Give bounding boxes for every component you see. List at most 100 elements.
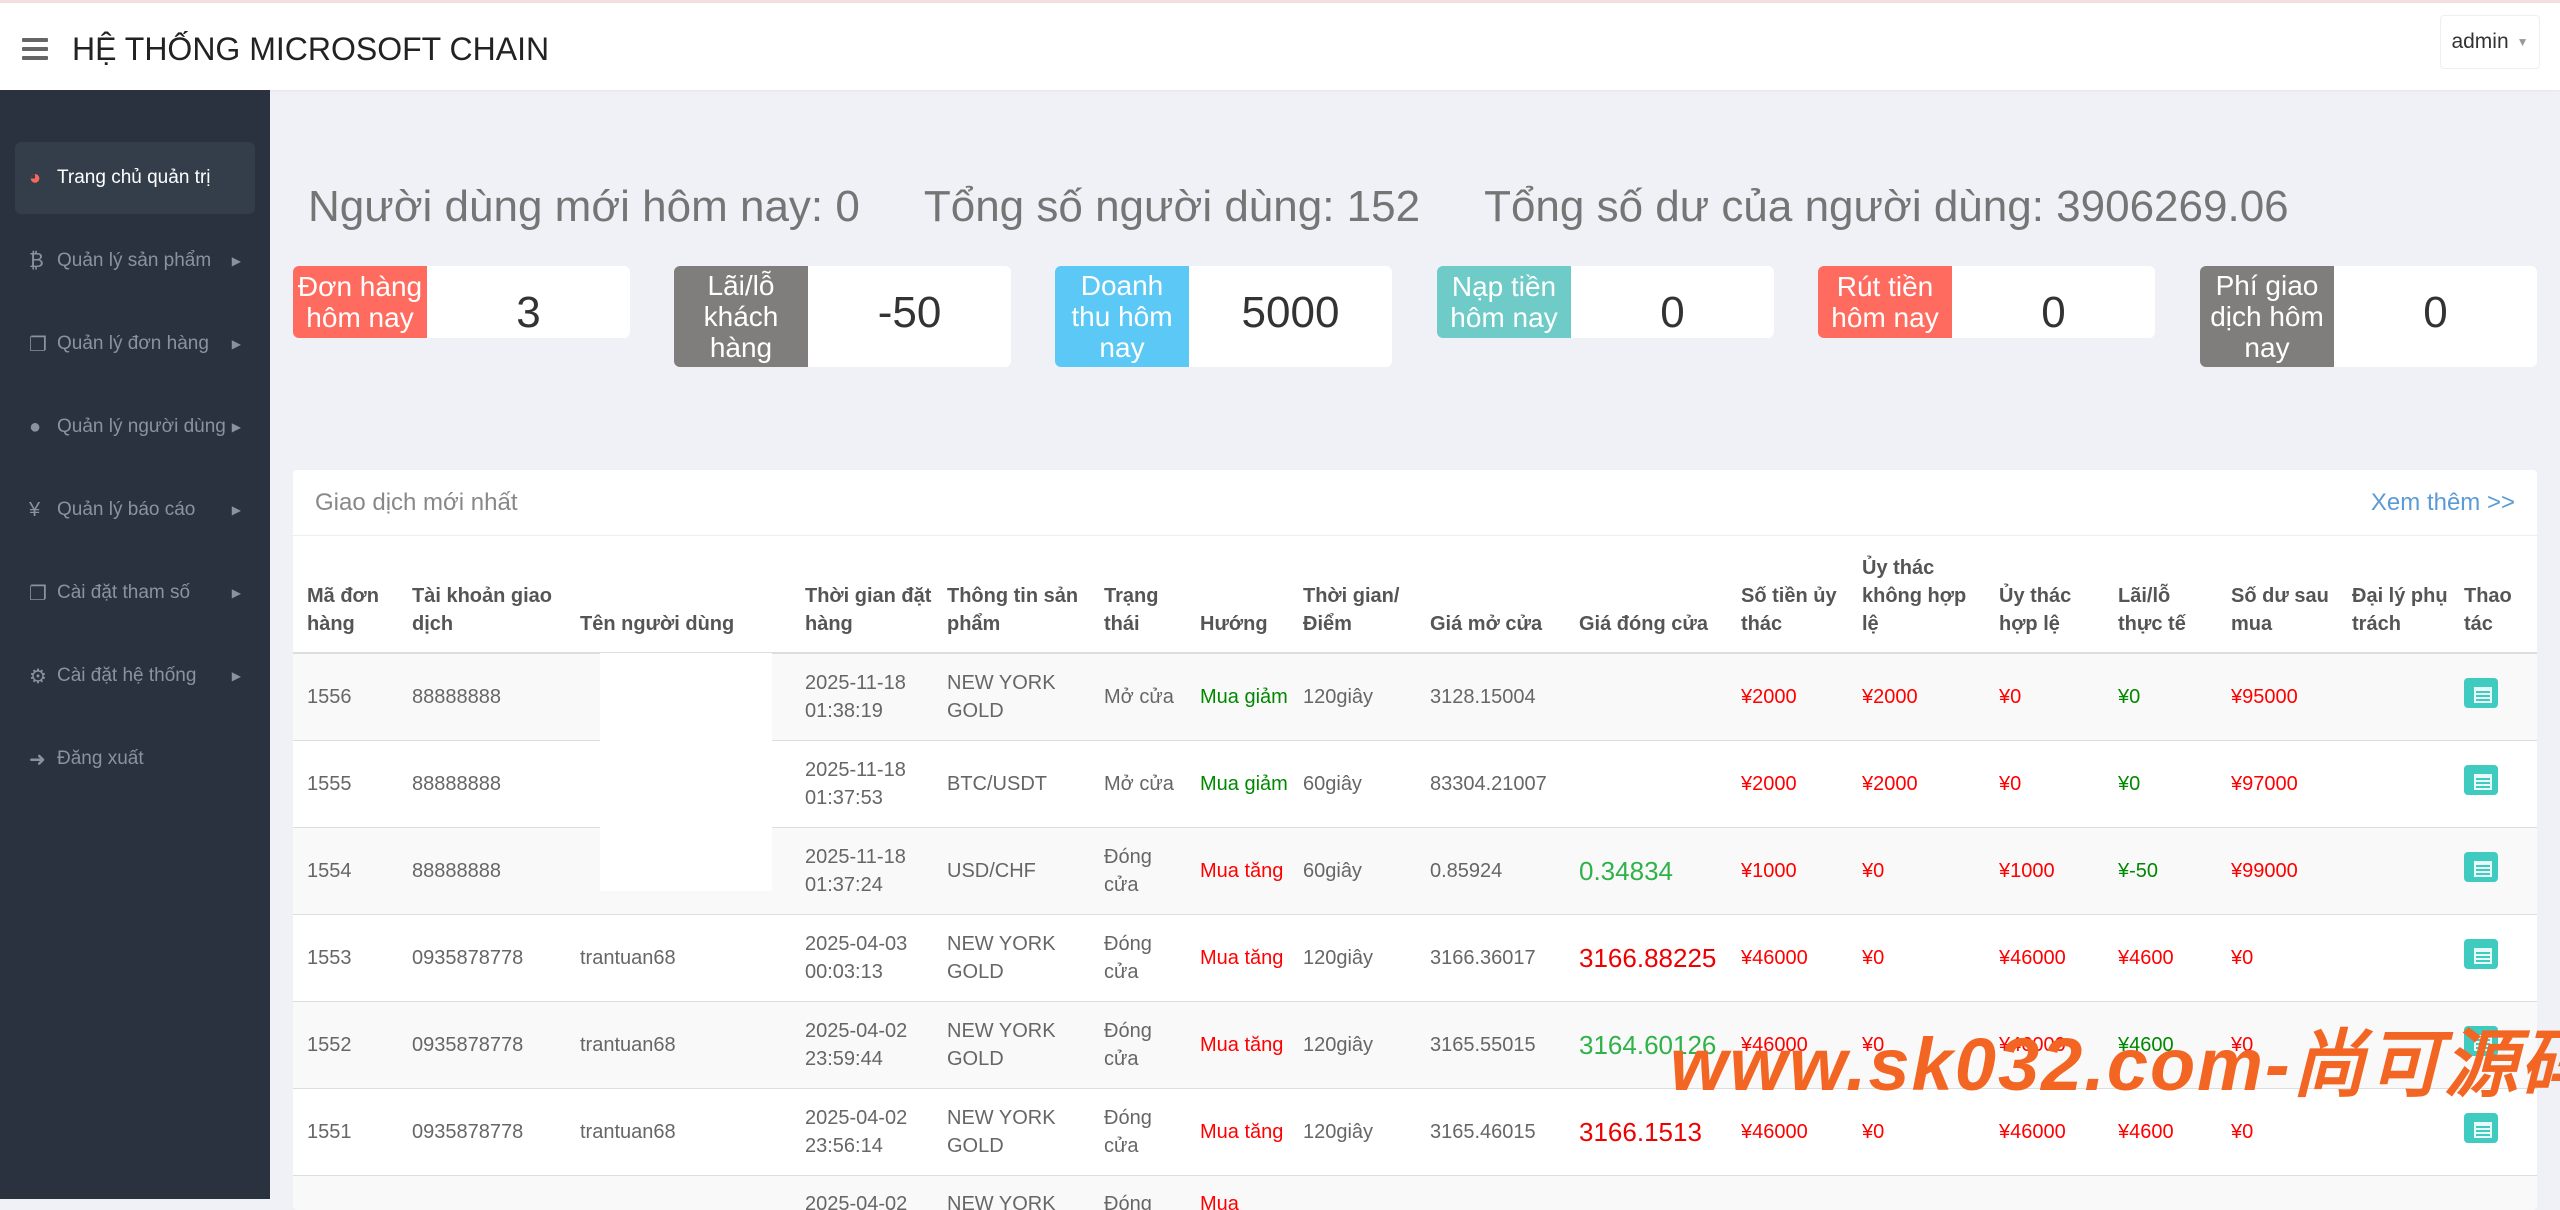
column-header: Tên người dùng [566,536,791,653]
view-detail-button[interactable] [2464,852,2498,882]
column-header: Thời gian đặt hàng [791,536,933,653]
sidebar-item[interactable]: ❐Cài đặt tham số▶ [15,557,255,629]
cell-direction: Mua giảm [1186,740,1289,827]
stat-card-value: 0 [1571,266,1774,338]
cell-action [2450,914,2537,1001]
cell-status: Đóng cửa [1090,1088,1186,1175]
cell-status: Mở cửa [1090,653,1186,740]
cell-account: 88888888 [398,827,566,914]
cell-account: 0935878778 [398,1088,566,1175]
sidebar-item[interactable]: ❐Quản lý đơn hàng▶ [15,308,255,380]
sidebar-item-label: Đăng xuất [57,748,144,770]
cell-product: NEW YORK GOLD [933,1088,1090,1175]
cell-period: 60giây [1289,740,1416,827]
column-header: Mã đơn hàng [293,536,398,653]
cell-id: 1554 [293,827,398,914]
cell-agent [2338,653,2450,740]
cell-user: trantuan68 [566,914,791,1001]
sidebar-item-label: Cài đặt hệ thống [57,665,196,687]
cell-period: 120giây [1289,653,1416,740]
cell-invalid: ¥0 [1848,827,1985,914]
cell-invalid: ¥2000 [1848,653,1985,740]
caret-right-icon: ▶ [232,420,241,434]
cell-agent [2338,740,2450,827]
cell-empty [293,1175,398,1210]
sidebar-item-label: Quản lý người dùng [57,416,226,438]
cell-empty [1848,1175,1985,1210]
sidebar-item[interactable]: ¥Quản lý báo cáo▶ [15,474,255,546]
gears-icon: ⚙ [15,664,57,689]
cell-empty [398,1175,566,1210]
sidebar-item-label: Quản lý báo cáo [57,499,195,521]
sidebar-item[interactable]: ₿Quản lý sản phẩm▶ [15,225,255,297]
stat-card-label: Doanh thu hôm nay [1055,266,1189,367]
stat-card-label: Nạp tiền hôm nay [1437,266,1571,338]
view-detail-button[interactable] [2464,1113,2498,1143]
stat-card-label: Đơn hàng hôm nay [293,266,427,338]
stat-card-value: -50 [808,266,1011,367]
cell-product: BTC/USDT [933,740,1090,827]
user-dropdown[interactable]: admin▼ [2440,15,2540,69]
stat-card: Đơn hàng hôm nay3 [293,266,630,338]
sign-out-icon: ➜ [15,747,57,772]
cell-id: 1553 [293,914,398,1001]
column-header: Lãi/lỗ thực tế [2104,536,2217,653]
sidebar-item[interactable]: ●Quản lý người dùng▶ [15,391,255,463]
view-detail-button[interactable] [2464,939,2498,969]
table-row-partial: 2025-04-02NEW YORKĐóngMua [293,1175,2537,1210]
cell-valid: ¥46000 [1985,914,2104,1001]
cell-time: 2025-04-02 23:59:44 [791,1001,933,1088]
cell-status: Đóng cửa [1090,914,1186,1001]
cell-agent [2338,827,2450,914]
cell-product: NEW YORK [933,1175,1090,1210]
cell-direction: Mua tăng [1186,914,1289,1001]
stat-card-value: 5000 [1189,266,1392,367]
cell-pnl: ¥-50 [2104,827,2217,914]
hamburger-menu-icon[interactable] [22,38,48,60]
cell-close: 0.34834 [1565,827,1727,914]
table-row: 15530935878778trantuan682025-04-03 00:03… [293,914,2537,1001]
cell-period: 60giây [1289,827,1416,914]
sidebar-item[interactable]: ➜Đăng xuất [15,723,255,795]
stat-card-label: Phí giao dịch hôm nay [2200,266,2334,367]
sidebar-item[interactable]: ◕Trang chủ quản trị [15,142,255,214]
cell-empty [2450,1175,2537,1210]
cell-direction: Mua [1186,1175,1289,1210]
cell-balance: ¥95000 [2217,653,2338,740]
cell-id: 1555 [293,740,398,827]
cell-invalid: ¥2000 [1848,740,1985,827]
redacted-user-block [600,653,772,891]
app-title: HỆ THỐNG MICROSOFT CHAIN [72,31,549,68]
stat-card-label: Lãi/lỗ khách hàng [674,266,808,367]
cell-amount: ¥46000 [1727,914,1848,1001]
cell-empty [2217,1175,2338,1210]
column-header: Số tiền ủy thác [1727,536,1848,653]
total-users: Tổng số người dùng: 152 [924,182,1420,231]
cell-product: NEW YORK GOLD [933,653,1090,740]
top-bar: HỆ THỐNG MICROSOFT CHAIN admin▼ [0,0,2560,90]
cell-invalid: ¥0 [1848,914,1985,1001]
copy-icon: ❐ [15,581,57,606]
cell-close [1565,740,1727,827]
cell-amount: ¥2000 [1727,653,1848,740]
column-header: Tài khoản giao dịch [398,536,566,653]
cell-empty [1565,1175,1727,1210]
column-header: Thời gian/ Điểm [1289,536,1416,653]
cell-empty [1727,1175,1848,1210]
column-header: Thông tin sản phẩm [933,536,1090,653]
cell-open: 83304.21007 [1416,740,1565,827]
stat-card-value: 3 [427,266,630,338]
sidebar-item[interactable]: ⚙Cài đặt hệ thống▶ [15,640,255,712]
cell-open: 3165.55015 [1416,1001,1565,1088]
cell-action [2450,653,2537,740]
cell-amount: ¥1000 [1727,827,1848,914]
cell-account: 88888888 [398,653,566,740]
cell-id: 1551 [293,1088,398,1175]
cell-balance: ¥99000 [2217,827,2338,914]
view-detail-button[interactable] [2464,765,2498,795]
caret-right-icon: ▶ [232,254,241,268]
column-header: Số dư sau mua [2217,536,2338,653]
stat-card: Nạp tiền hôm nay0 [1437,266,1774,338]
see-more-link[interactable]: Xem thêm >> [2371,489,2515,517]
view-detail-button[interactable] [2464,678,2498,708]
